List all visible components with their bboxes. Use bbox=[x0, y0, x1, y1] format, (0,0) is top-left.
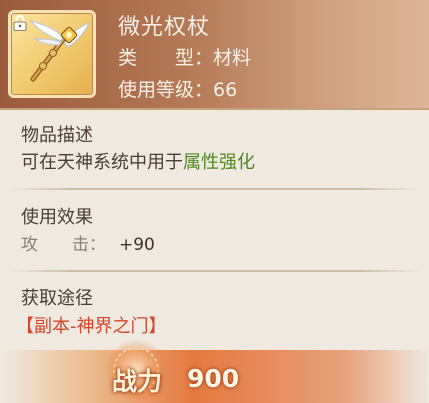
item-type-row: 类 型：材料 bbox=[118, 43, 251, 70]
item-level-separator: ： bbox=[194, 79, 214, 101]
effect-title: 使用效果 bbox=[21, 207, 93, 228]
effect-attr-name: 攻 击 bbox=[21, 235, 89, 255]
item-name: 微光权杖 bbox=[118, 15, 211, 40]
item-type-label: 类 型 bbox=[118, 47, 195, 69]
item-level-value: 66 bbox=[213, 79, 238, 101]
source-title: 获取途径 bbox=[21, 288, 93, 309]
item-tooltip: 微光权杖 类 型：材料 使用等级：66 物品描述 可在天神系统中用于属性强化 使… bbox=[0, 0, 429, 403]
description-text: 可在天神系统中用于属性强化 bbox=[21, 148, 255, 174]
power-label: 战力 bbox=[112, 367, 163, 396]
section-divider bbox=[8, 270, 421, 272]
item-type-value: 材料 bbox=[213, 47, 252, 69]
effect-attr-separator: ： bbox=[89, 235, 106, 255]
item-type-separator: ： bbox=[194, 47, 214, 69]
item-level-row: 使用等级：66 bbox=[118, 75, 237, 102]
tooltip-header: 微光权杖 类 型：材料 使用等级：66 bbox=[0, 0, 429, 110]
description-title: 物品描述 bbox=[21, 125, 93, 146]
power-value: 900 bbox=[187, 364, 240, 393]
item-level-label: 使用等级 bbox=[118, 79, 195, 101]
section-divider bbox=[8, 188, 421, 190]
item-icon-slot[interactable] bbox=[8, 10, 96, 98]
description-highlight: 属性强化 bbox=[183, 152, 255, 173]
effect-attr-value: +90 bbox=[119, 235, 155, 255]
source-link[interactable]: 【副本-神界之门】 bbox=[16, 312, 167, 338]
lock-icon bbox=[13, 15, 27, 31]
effect-attr-row: 攻 击： +90 bbox=[21, 230, 155, 255]
effect-attr-label: 攻 击： bbox=[21, 230, 119, 255]
description-text-prefix: 可在天神系统中用于 bbox=[21, 152, 183, 173]
